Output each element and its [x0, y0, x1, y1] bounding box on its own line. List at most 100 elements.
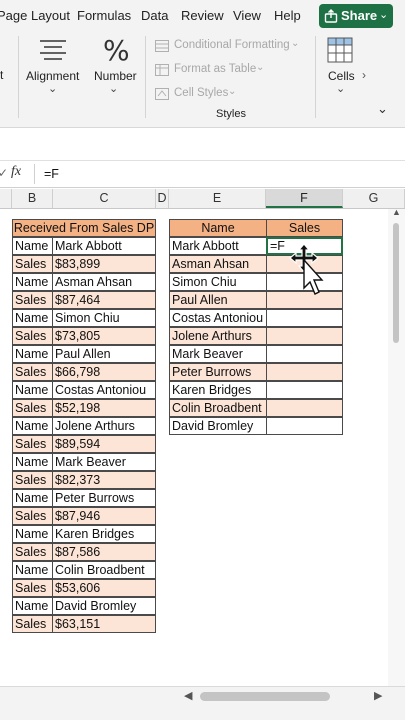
table1-label-cell[interactable]: Name [12, 381, 53, 399]
table1-label-cell[interactable]: Name [12, 561, 53, 579]
table2-name-cell[interactable]: Mark Abbott [169, 237, 267, 255]
number-button[interactable]: % Number ⌄ [90, 34, 140, 114]
menu-data[interactable]: Data [141, 8, 168, 23]
table1-label-cell[interactable]: Name [12, 237, 53, 255]
table2-name-cell[interactable]: Simon Chiu [169, 273, 267, 291]
cell-styles-icon [155, 88, 169, 100]
table2-name-cell[interactable]: Karen Bridges [169, 381, 267, 399]
table1-value-cell[interactable]: $89,594 [52, 435, 156, 453]
fx-icon[interactable]: fx [11, 164, 21, 180]
table2-name-cell[interactable]: Jolene Arthurs [169, 327, 267, 345]
table1-value-cell[interactable]: David Bromley [52, 597, 156, 615]
table1-label-cell[interactable]: Sales [12, 255, 53, 273]
table2-sales-cell[interactable] [266, 363, 343, 381]
table1-value-cell[interactable]: Colin Broadbent [52, 561, 156, 579]
alignment-button[interactable]: Alignment ⌄ [24, 34, 82, 114]
select-all-corner[interactable] [0, 189, 12, 208]
share-button[interactable]: Share ⌄ [319, 4, 393, 28]
cells-button[interactable]: Cells ⌄ [323, 34, 359, 114]
column-header-d[interactable]: D [156, 189, 169, 208]
vertical-scroll-thumb[interactable] [393, 223, 399, 343]
table1-value-cell[interactable]: Simon Chiu [52, 309, 156, 327]
cancel-icon[interactable]: ✓ [0, 166, 8, 180]
table2-name-cell[interactable]: David Bromley [169, 417, 267, 435]
table1-label-cell[interactable]: Name [12, 309, 53, 327]
table2-sales-header[interactable]: Sales [266, 219, 343, 237]
column-header-e[interactable]: E [169, 189, 266, 208]
table2-name-cell[interactable]: Asman Ahsan [169, 255, 267, 273]
column-header-f[interactable]: F [266, 189, 343, 208]
menu-formulas[interactable]: Formulas [77, 8, 131, 23]
column-header-c[interactable]: C [53, 189, 156, 208]
table1-value-cell[interactable]: $53,606 [52, 579, 156, 597]
table2-name-cell[interactable]: Colin Broadbent [169, 399, 267, 417]
menu-review[interactable]: Review [181, 8, 224, 23]
horizontal-scroll-thumb[interactable] [200, 692, 330, 701]
table1-label-cell[interactable]: Sales [12, 363, 53, 381]
table2-name-header[interactable]: Name [169, 219, 267, 237]
scroll-up-icon[interactable]: ▲ [392, 207, 401, 217]
share-icon [324, 9, 338, 23]
table2-sales-cell[interactable] [266, 327, 343, 345]
table1-value-cell[interactable]: $87,586 [52, 543, 156, 561]
table1-label-cell[interactable]: Sales [12, 435, 53, 453]
table1-value-cell[interactable]: Asman Ahsan [52, 273, 156, 291]
menu-view[interactable]: View [233, 8, 261, 23]
table1-label-cell[interactable]: Sales [12, 327, 53, 345]
table1-value-cell[interactable]: $52,198 [52, 399, 156, 417]
scroll-right-icon[interactable]: ▶ [374, 689, 382, 702]
menu-help[interactable]: Help [274, 8, 301, 23]
table1-label-cell[interactable]: Name [12, 417, 53, 435]
table1-value-cell[interactable]: $87,464 [52, 291, 156, 309]
table1-label-cell[interactable]: Sales [12, 471, 53, 489]
table1-label-cell[interactable]: Name [12, 453, 53, 471]
table1-label-cell[interactable]: Sales [12, 507, 53, 525]
table1-label-cell[interactable]: Sales [12, 543, 53, 561]
table2-name-cell[interactable]: Peter Burrows [169, 363, 267, 381]
table1-value-cell[interactable]: $87,946 [52, 507, 156, 525]
table2-sales-cell[interactable] [266, 309, 343, 327]
table1-value-cell[interactable]: $63,151 [52, 615, 156, 633]
table1-value-cell[interactable]: $73,805 [52, 327, 156, 345]
table2-name-cell[interactable]: Costas Antoniou [169, 309, 267, 327]
table1-value-cell[interactable]: $82,373 [52, 471, 156, 489]
table1-label-cell[interactable]: Sales [12, 291, 53, 309]
table1-header[interactable]: Received From Sales DP [12, 219, 156, 237]
table1-value-cell[interactable]: Costas Antoniou [52, 381, 156, 399]
table1-value-cell[interactable]: Mark Beaver [52, 453, 156, 471]
format-as-table-button[interactable]: Format as Table ⌄ [155, 62, 275, 80]
column-header-b[interactable]: B [12, 189, 53, 208]
table1-label-cell[interactable]: Sales [12, 579, 53, 597]
table1-label-cell[interactable]: Name [12, 273, 53, 291]
formula-input[interactable]: =F [44, 167, 59, 181]
vertical-scrollbar[interactable]: ▲ [388, 207, 405, 686]
table1-label-cell[interactable]: Name [12, 489, 53, 507]
table1-value-cell[interactable]: Paul Allen [52, 345, 156, 363]
table2-name-cell[interactable]: Paul Allen [169, 291, 267, 309]
cell-styles-button[interactable]: Cell Styles ⌄ [155, 86, 255, 104]
collapse-ribbon-icon[interactable]: ⌄ [377, 101, 388, 117]
table1-label-cell[interactable]: Name [12, 525, 53, 543]
scroll-left-icon[interactable]: ◀ [184, 689, 192, 702]
table1-value-cell[interactable]: Mark Abbott [52, 237, 156, 255]
table1-label-cell[interactable]: Sales [12, 399, 53, 417]
table1-value-cell[interactable]: $83,899 [52, 255, 156, 273]
table1-label-cell[interactable]: Sales [12, 615, 53, 633]
menu-page-layout[interactable]: Page Layout [0, 8, 70, 23]
table1-label-cell[interactable]: Name [12, 345, 53, 363]
table2-sales-cell[interactable] [266, 399, 343, 417]
table1-value-cell[interactable]: Karen Bridges [52, 525, 156, 543]
table2-name-cell[interactable]: Mark Beaver [169, 345, 267, 363]
table2-sales-cell[interactable] [266, 417, 343, 435]
worksheet-grid[interactable]: Received From Sales DP Name Mark Abbott Sal… [0, 209, 405, 686]
column-header-g[interactable]: G [343, 189, 405, 208]
table1-value-cell[interactable]: Peter Burrows [52, 489, 156, 507]
table1-label-cell[interactable]: Name [12, 597, 53, 615]
conditional-formatting-button[interactable]: Conditional Formatting ⌄ [155, 38, 305, 56]
table1-value-cell[interactable]: $66,798 [52, 363, 156, 381]
table1-value-cell[interactable]: Jolene Arthurs [52, 417, 156, 435]
chevron-down-icon: ⌄ [379, 9, 389, 21]
table2-sales-cell[interactable] [266, 345, 343, 363]
table2-sales-cell[interactable] [266, 381, 343, 399]
chevron-right-icon[interactable]: › [362, 68, 366, 82]
